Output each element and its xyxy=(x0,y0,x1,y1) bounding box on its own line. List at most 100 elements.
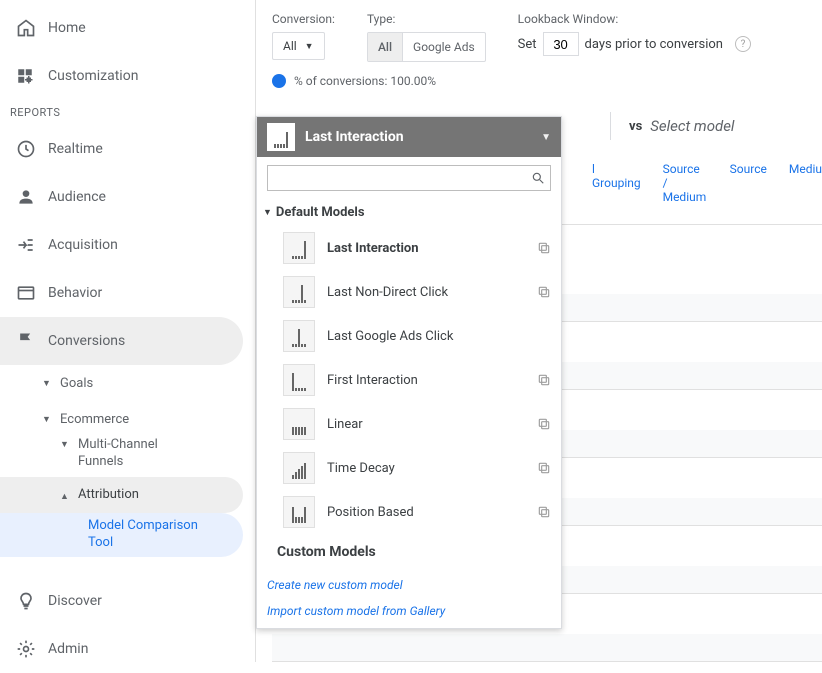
model-icon xyxy=(283,452,315,484)
tab-source-medium[interactable]: Source / Medium xyxy=(663,162,708,204)
reports-section-label: REPORTS xyxy=(0,100,255,125)
type-all-button[interactable]: All xyxy=(368,33,403,61)
dropdown-header[interactable]: Last Interaction ▼ xyxy=(257,117,561,157)
model-icon xyxy=(283,276,315,308)
behavior-icon xyxy=(16,283,48,303)
model-label: Last Google Ads Click xyxy=(327,329,551,344)
lookback-suffix: days prior to conversion xyxy=(585,37,723,52)
caret-down-icon: ▼ xyxy=(263,207,272,218)
sub-label: Multi-Channel Funnels xyxy=(78,437,198,471)
tab-source[interactable]: Source xyxy=(730,162,767,204)
chevron-down-icon: ▼ xyxy=(305,41,314,52)
caret-icon: ▼ xyxy=(42,378,60,389)
gear-icon xyxy=(16,639,48,659)
bulb-icon xyxy=(16,591,48,611)
vs-label: vs xyxy=(621,119,650,134)
model-label: Position Based xyxy=(327,505,525,520)
nav-label: Home xyxy=(48,20,86,36)
chevron-down-icon: ▼ xyxy=(541,132,551,143)
model-position-based[interactable]: Position Based xyxy=(257,490,561,534)
nav-label: Admin xyxy=(48,641,88,657)
tab-channel-grouping[interactable]: l Grouping xyxy=(592,162,641,204)
nav-customization[interactable]: Customization xyxy=(0,52,255,100)
model-label: Time Decay xyxy=(327,461,525,476)
nav-label: Discover xyxy=(48,593,102,609)
type-filter: Type: All Google Ads xyxy=(367,12,486,62)
copy-icon[interactable] xyxy=(537,417,551,431)
nav-admin[interactable]: Admin xyxy=(0,625,255,673)
caret-icon: ▼ xyxy=(60,439,78,450)
model-icon xyxy=(283,408,315,440)
default-models-header[interactable]: ▼ Default Models xyxy=(257,199,561,226)
import-custom-model-link[interactable]: Import custom model from Gallery xyxy=(267,598,551,624)
person-icon xyxy=(16,187,48,207)
flag-icon xyxy=(16,331,48,351)
sidebar: Home Customization REPORTS Realtime Audi… xyxy=(0,0,256,662)
nav-label: Conversions xyxy=(48,333,125,349)
conversion-dot-icon xyxy=(272,74,286,88)
model-dropdown: Last Interaction ▼ ▼ Default Models Last… xyxy=(256,116,562,629)
home-icon xyxy=(16,18,48,38)
copy-icon[interactable] xyxy=(537,285,551,299)
model-linear[interactable]: Linear xyxy=(257,402,561,446)
nav-discover[interactable]: Discover xyxy=(0,577,255,625)
search-icon[interactable] xyxy=(526,171,550,185)
conversion-filter: Conversion: All ▼ xyxy=(272,12,335,62)
caret-up-icon: ▲ xyxy=(60,491,78,502)
search-input[interactable] xyxy=(268,171,526,185)
model-icon xyxy=(283,364,315,396)
nav-audience[interactable]: Audience xyxy=(0,173,255,221)
create-custom-model-link[interactable]: Create new custom model xyxy=(267,572,551,598)
nav-conversions[interactable]: Conversions xyxy=(0,317,243,365)
nav-label: Realtime xyxy=(48,141,103,157)
model-icon xyxy=(283,496,315,528)
lookback-label: Lookback Window: xyxy=(518,12,751,26)
sub-ecommerce[interactable]: ▼ Ecommerce xyxy=(0,401,255,437)
select-model-button[interactable]: Select model xyxy=(650,117,734,135)
sub-label: Attribution xyxy=(78,487,139,504)
copy-icon[interactable] xyxy=(537,505,551,519)
model-label: Last Non-Direct Click xyxy=(327,285,525,300)
dropdown-title: Last Interaction xyxy=(305,129,531,145)
nav-behavior[interactable]: Behavior xyxy=(0,269,255,317)
nav-model-comparison-tool[interactable]: Model Comparison Tool xyxy=(0,513,243,557)
type-segmented: All Google Ads xyxy=(367,32,486,62)
clock-icon xyxy=(16,139,48,159)
model-last-non-direct[interactable]: Last Non-Direct Click xyxy=(257,270,561,314)
nav-home[interactable]: Home xyxy=(0,4,255,52)
model-icon xyxy=(283,232,315,264)
nav-label: Behavior xyxy=(48,285,102,301)
model-icon xyxy=(283,320,315,352)
nav-label: Audience xyxy=(48,189,106,205)
sub-goals[interactable]: ▼ Goals xyxy=(0,365,255,401)
nav-acquisition[interactable]: Acquisition xyxy=(0,221,255,269)
copy-icon[interactable] xyxy=(537,373,551,387)
sub-attribution[interactable]: ▲ Attribution xyxy=(0,477,243,513)
group-label: Default Models xyxy=(276,205,365,220)
model-time-decay[interactable]: Time Decay xyxy=(257,446,561,490)
model-search xyxy=(267,165,551,191)
model-first-interaction[interactable]: First Interaction xyxy=(257,358,561,402)
copy-icon[interactable] xyxy=(537,241,551,255)
tab-medium[interactable]: Mediu xyxy=(789,162,822,204)
sub-label: Ecommerce xyxy=(60,412,129,427)
nav-realtime[interactable]: Realtime xyxy=(0,125,255,173)
pct-conversions-text: % of conversions: 100.00% xyxy=(294,74,436,88)
nav-label: Customization xyxy=(48,68,138,84)
copy-icon[interactable] xyxy=(537,461,551,475)
lookback-input[interactable] xyxy=(543,32,579,56)
acquisition-icon xyxy=(16,235,48,255)
lookback-prefix: Set xyxy=(518,37,537,52)
customization-icon xyxy=(16,67,48,85)
conversion-label: Conversion: xyxy=(272,12,335,26)
custom-models-header: Custom Models xyxy=(257,534,561,568)
model-last-interaction[interactable]: Last Interaction xyxy=(257,226,561,270)
sub-label: Model Comparison Tool xyxy=(88,518,208,552)
table-row xyxy=(272,634,822,662)
sub-multichannel[interactable]: ▼ Multi-Channel Funnels xyxy=(0,437,255,477)
conversion-dropdown[interactable]: All ▼ xyxy=(272,32,325,60)
model-last-google-ads[interactable]: Last Google Ads Click xyxy=(257,314,561,358)
model-label: First Interaction xyxy=(327,373,525,388)
help-icon[interactable]: ? xyxy=(735,36,751,52)
type-googleads-button[interactable]: Google Ads xyxy=(403,33,485,61)
